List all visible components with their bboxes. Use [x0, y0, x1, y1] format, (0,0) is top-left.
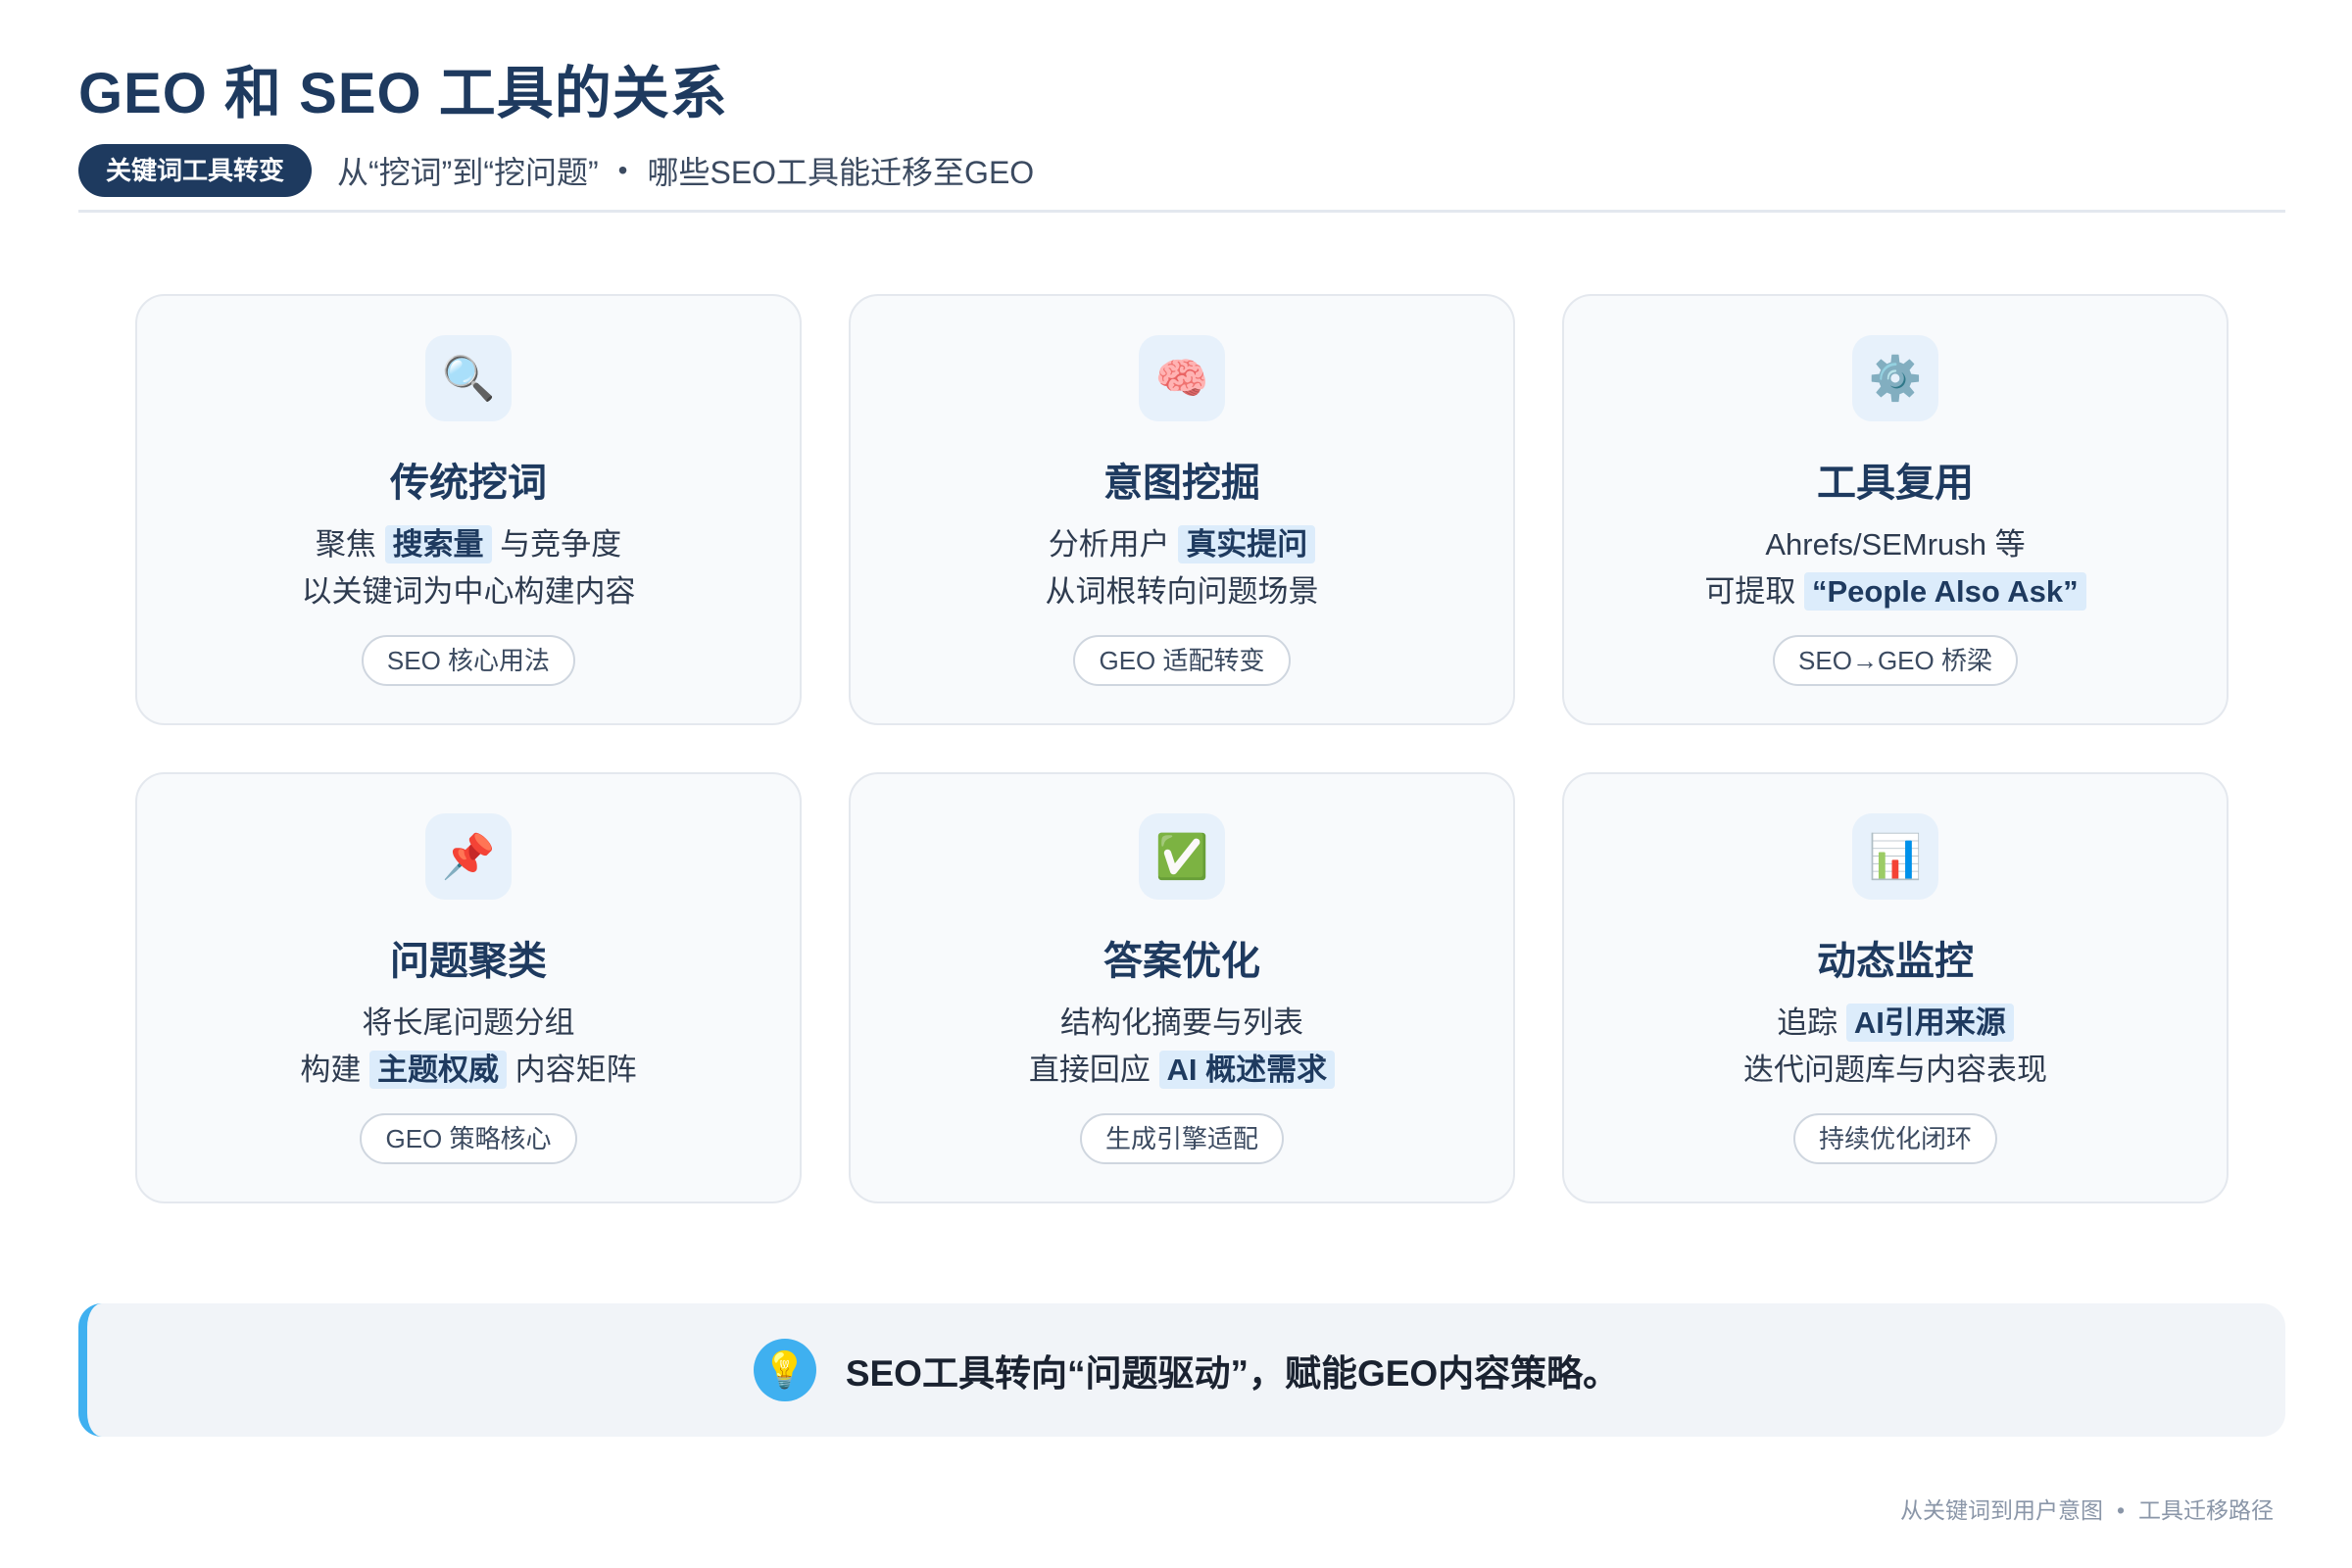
feature-card: 🧠 意图挖掘分析用户 真实提问 从词根转向问题场景 GEO 适配转变: [849, 294, 1515, 725]
header-divider: [78, 210, 2285, 213]
subtitle-secondary: 哪些SEO工具能迁移至GEO: [647, 155, 1035, 190]
card-line-1: 分析用户 真实提问: [1049, 525, 1316, 564]
card-line-1: 追踪 AI引用来源: [1777, 1004, 2014, 1043]
highlight-term: 主题权威: [369, 1051, 507, 1089]
card-line-2: 构建 主题权威 内容矩阵: [300, 1051, 637, 1090]
card-line-1: 聚焦 搜索量 与竞争度: [316, 525, 621, 564]
line-text: 结构化摘要与列表: [1060, 1005, 1303, 1040]
card-line-2: 以关键词为中心构建内容: [302, 572, 636, 612]
card-tag: GEO 策略核心: [360, 1113, 577, 1164]
card-grid: 🔍 传统挖词 聚焦 搜索量 与竞争度 以关键词为中心构建内容 SEO 核心用法 🧠 意图挖掘…: [135, 294, 2229, 1203]
card-line-1: 将长尾问题分组: [363, 1004, 575, 1043]
line-text: 分析用户: [1048, 527, 1170, 562]
feature-card: 🔍 传统挖词 聚焦 搜索量 与竞争度 以关键词为中心构建内容 SEO 核心用法: [135, 294, 802, 725]
card-tag: GEO 适配转变: [1073, 635, 1291, 686]
card-title: 答案优化: [1103, 940, 1260, 983]
card-tag: 持续优化闭环: [1792, 1113, 1997, 1164]
lightbulb-icon: 💡: [753, 1339, 816, 1401]
check-mark-icon: ✅: [1139, 813, 1225, 900]
feature-card: ✅ 答案优化结构化摘要与列表直接回应 AI 概述需求 生成引擎适配: [849, 772, 1515, 1203]
page-title: GEO 和 SEO 工具的关系: [78, 62, 728, 125]
subtitle: 从“挖词”到“挖问题”: [337, 155, 599, 190]
topic-badge: 关键词工具转变: [78, 144, 313, 197]
card-line-1: Ahrefs/SEMrush 等: [1765, 525, 2025, 564]
highlight-term: AI 概述需求: [1158, 1051, 1336, 1089]
highlight-term: 真实提问: [1178, 525, 1316, 564]
line-text: 内容矩阵: [514, 1053, 637, 1087]
card-tag: 生成引擎适配: [1079, 1113, 1284, 1164]
magnifier-icon: 🔍: [425, 335, 512, 421]
card-line-2: 直接回应 AI 概述需求: [1028, 1051, 1336, 1090]
line-text: 从词根转向问题场景: [1045, 574, 1319, 609]
card-line-2: 可提取 “People Also Ask”: [1704, 572, 2086, 612]
card-title: 意图挖掘: [1103, 462, 1260, 505]
line-text: 迭代问题库与内容表现: [1743, 1053, 2047, 1087]
card-title: 问题聚类: [390, 940, 547, 983]
bar-chart-icon: 📊: [1852, 813, 1938, 900]
feature-card: 📊 动态监控追踪 AI引用来源 迭代问题库与内容表现持续优化闭环: [1562, 772, 2229, 1203]
gear-icon: ⚙️: [1852, 335, 1938, 421]
line-text: Ahrefs/SEMrush 等: [1765, 527, 2026, 562]
pushpin-icon: 📌: [425, 813, 512, 900]
footer-right: 工具迁移路径: [2138, 1497, 2274, 1523]
card-title: 传统挖词: [390, 462, 547, 505]
line-text: 可提取: [1704, 574, 1796, 609]
line-text: 追踪: [1777, 1005, 1838, 1040]
header: GEO 和 SEO 工具的关系 关键词工具转变 从“挖词”到“挖问题” • 哪些…: [78, 59, 2285, 198]
line-text: 直接回应: [1028, 1053, 1151, 1087]
subtitle-row: 关键词工具转变 从“挖词”到“挖问题” • 哪些SEO工具能迁移至GEO: [78, 143, 2285, 198]
summary-callout: 💡 SEO工具转向“问题驱动”，赋能GEO内容策略。: [78, 1303, 2285, 1437]
footer: 从关键词到用户意图 • 工具迁移路径: [1900, 1492, 2274, 1525]
feature-card: 📌 问题聚类 将长尾问题分组 构建 主题权威 内容矩阵 GEO 策略核心: [135, 772, 802, 1203]
line-text: 以关键词为中心构建内容: [301, 574, 636, 609]
callout-text: SEO工具转向“问题驱动”，赋能GEO内容策略。: [845, 1353, 1620, 1394]
card-title: 动态监控: [1817, 940, 1974, 983]
card-tag: SEO 核心用法: [361, 635, 576, 686]
feature-card: ⚙️ 工具复用 Ahrefs/SEMrush 等可提取 “People Also A…: [1562, 294, 2229, 725]
highlight-term: AI引用来源: [1845, 1004, 2014, 1042]
footer-left: 从关键词到用户意图: [1899, 1497, 2103, 1523]
line-text: 与竞争度: [500, 527, 622, 562]
line-text: 聚焦: [315, 527, 376, 562]
card-title: 工具复用: [1817, 462, 1974, 505]
card-tag: SEO→GEO 桥梁: [1773, 635, 2018, 686]
line-text: 构建: [300, 1053, 362, 1087]
footer-separator: •: [2116, 1497, 2125, 1523]
line-text: 将长尾问题分组: [362, 1005, 575, 1040]
highlight-term: 搜索量: [384, 525, 492, 564]
card-line-2: 从词根转向问题场景: [1046, 572, 1319, 612]
brain-icon: 🧠: [1139, 335, 1225, 421]
subtitle-separator: •: [617, 155, 628, 185]
highlight-term: “People Also Ask”: [1804, 572, 2086, 611]
card-line-1: 结构化摘要与列表: [1060, 1004, 1303, 1043]
card-line-2: 迭代问题库与内容表现: [1743, 1051, 2047, 1090]
